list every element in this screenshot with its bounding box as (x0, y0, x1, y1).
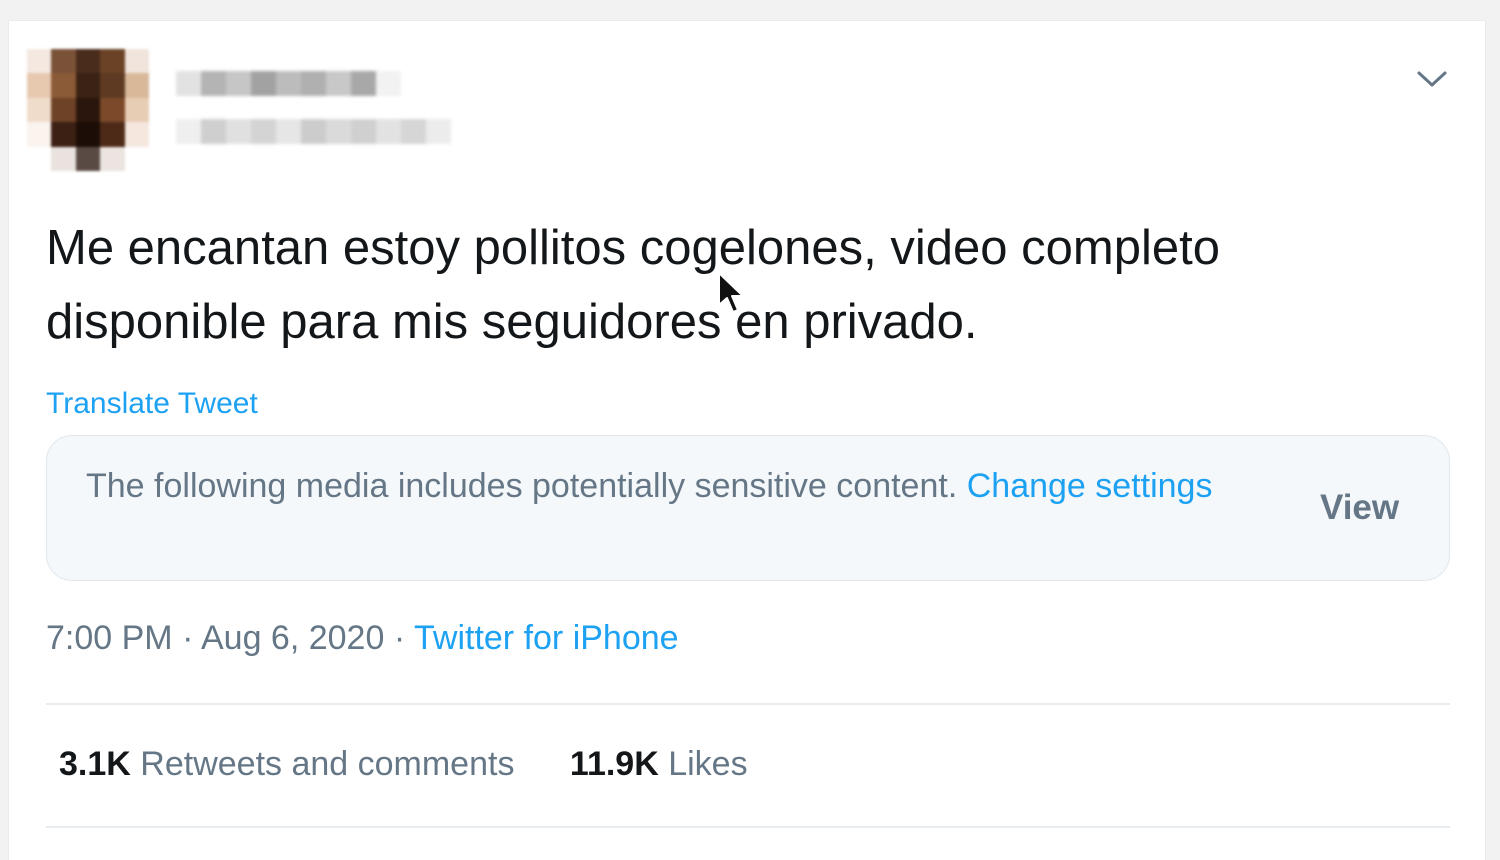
sensitive-media-notice: The following media includes potentially… (46, 435, 1450, 581)
tweet-time[interactable]: 7:00 PM (46, 619, 173, 657)
translate-tweet-link[interactable]: Translate Tweet (46, 387, 258, 421)
retweets-label: Retweets and comments (140, 745, 515, 783)
tweet-card: Me encantan estoy pollitos cogelones, vi… (8, 20, 1486, 860)
author-handle-redacted[interactable] (176, 119, 451, 144)
tweet-stats: 3.1K Retweets and comments 11.9K Likes (59, 745, 794, 784)
likes-label: Likes (668, 745, 748, 783)
tweet-source-link[interactable]: Twitter for iPhone (414, 619, 679, 657)
likes-count: 11.9K (569, 745, 659, 783)
tweet-metadata: 7:00 PM · Aug 6, 2020 · Twitter for iPho… (46, 619, 679, 658)
meta-separator: · (393, 619, 406, 657)
retweets-stat[interactable]: 3.1K Retweets and comments (59, 745, 514, 784)
retweets-count: 3.1K (59, 745, 131, 783)
sensitive-media-message: The following media includes potentially… (86, 463, 1236, 510)
author-avatar-redacted[interactable] (27, 49, 149, 171)
divider (46, 703, 1450, 705)
author-name-redacted[interactable] (176, 53, 451, 153)
sensitive-media-text: The following media includes potentially… (86, 467, 958, 505)
divider (46, 826, 1450, 828)
mouse-pointer-icon (717, 271, 747, 315)
meta-separator: · (182, 619, 194, 657)
author-display-name-redacted[interactable] (176, 71, 401, 96)
change-settings-link[interactable]: Change settings (967, 467, 1213, 505)
tweet-date[interactable]: Aug 6, 2020 (201, 619, 384, 657)
likes-stat[interactable]: 11.9K Likes (570, 745, 748, 784)
view-media-button[interactable]: View (1320, 488, 1399, 528)
chevron-down-icon[interactable] (1415, 67, 1449, 91)
